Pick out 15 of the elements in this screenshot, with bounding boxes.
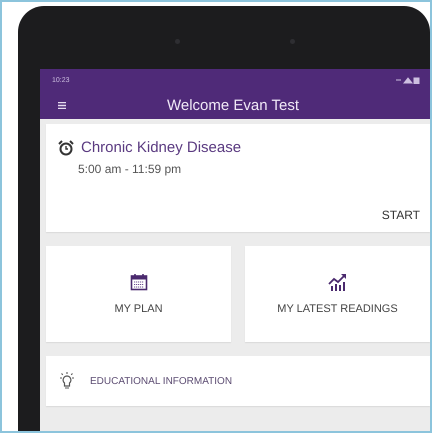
chart-icon bbox=[328, 273, 348, 291]
status-icons bbox=[396, 76, 420, 84]
app-title: Welcome Evan Test bbox=[166, 96, 300, 114]
start-button[interactable]: START bbox=[382, 208, 420, 222]
calendar-icon bbox=[130, 273, 148, 291]
time-range: 5:00 am - 11:59 pm bbox=[78, 162, 182, 176]
info-label: EDUCATIONAL INFORMATION bbox=[90, 376, 232, 386]
lightbulb-icon bbox=[58, 372, 76, 390]
menu-icon[interactable] bbox=[58, 102, 66, 108]
program-card[interactable]: Chronic Kidney Disease 5:00 am - 11:59 pm START bbox=[46, 124, 430, 232]
program-title: Chronic Kidney Disease bbox=[81, 139, 242, 156]
alarm-clock-icon bbox=[58, 140, 74, 156]
menu-tile[interactable]: MY LATEST READINGS bbox=[245, 246, 430, 342]
educational-row[interactable]: EDUCATIONAL INFORMATION bbox=[46, 356, 430, 406]
menu-tile[interactable]: MY PLAN bbox=[46, 246, 231, 342]
